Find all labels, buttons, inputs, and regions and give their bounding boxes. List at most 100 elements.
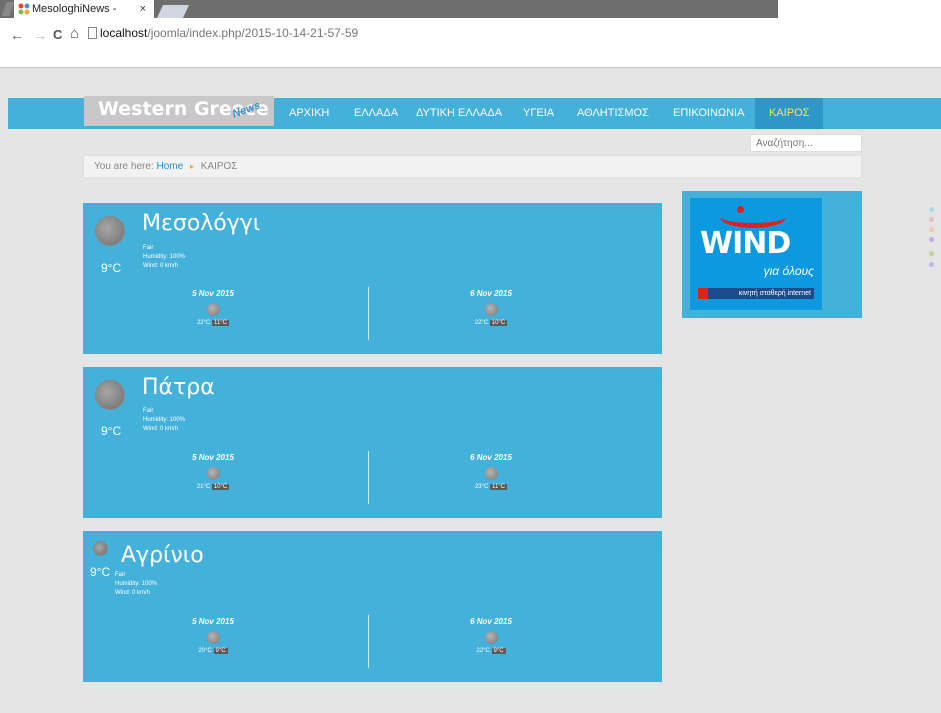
forecast-date: 5 Nov 2015 xyxy=(192,453,234,462)
wind-dot-icon xyxy=(737,206,744,213)
wind-swoosh-icon xyxy=(720,206,786,228)
back-arrow-icon[interactable]: ← xyxy=(10,27,24,43)
menu-item-home[interactable]: ΑΡΧΙΚΗ xyxy=(281,98,337,129)
breadcrumb: You are here: Home ▸ ΚΑΙΡΟΣ xyxy=(83,155,862,178)
weather-card: Πάτρα 9°C Fair Humidity: 100% Wind: 0 km… xyxy=(83,367,662,518)
forecast-temps: 22°C 9°C xyxy=(391,648,591,654)
browser-tab[interactable]: MesologhiNews - ΚΑΙΡΟΣ × xyxy=(14,0,154,22)
current-temp: 9°C xyxy=(90,565,111,579)
forecast-weather-icon xyxy=(206,467,220,480)
forecast-day: 6 Nov 2015 23°C 11°C xyxy=(391,453,591,490)
ad-services-line: κινητή σταθερή internet xyxy=(698,288,814,299)
page-icon xyxy=(88,27,97,39)
condition-text: Fair xyxy=(143,245,154,251)
weather-cloud-icon xyxy=(95,380,125,410)
forecast-divider xyxy=(368,287,369,340)
forecast-day: 5 Nov 2015 20°C 9°C xyxy=(113,617,313,654)
theme-dot[interactable] xyxy=(929,251,934,256)
conditions: Fair Humidity: 100% Wind: 0 km/h xyxy=(143,407,185,434)
address-bar-row: ← → C ⌂ localhost/joomla/index.php/2015-… xyxy=(0,22,941,68)
forecast-date: 6 Nov 2015 xyxy=(470,453,512,462)
forecast-low: 11°C xyxy=(212,320,230,326)
condition-text: Fair xyxy=(143,408,154,414)
humidity-text: Humidity: 100% xyxy=(143,417,186,423)
current-temp: 9°C xyxy=(101,424,122,438)
url-field[interactable]: localhost/joomla/index.php/2015-10-14-21… xyxy=(100,26,358,40)
wind-text: Wind: 0 km/h xyxy=(143,263,179,269)
forecast-low: 10°C xyxy=(489,320,508,326)
forecast-weather-icon xyxy=(484,467,498,480)
ad-red-block xyxy=(698,288,708,299)
forecast-high: 21°C xyxy=(196,484,211,490)
wind-text: Wind: 0 km/h xyxy=(115,590,151,596)
conditions: Fair Humidity: 100% Wind: 0 km/h xyxy=(115,571,157,598)
conditions: Fair Humidity: 100% Wind: 0 km/h xyxy=(143,244,185,271)
tab-close-icon[interactable]: × xyxy=(140,0,146,18)
menu-item-greece[interactable]: ΕΛΛΑΔΑ xyxy=(346,98,406,129)
humidity-text: Humidity: 100% xyxy=(115,581,158,587)
theme-dot[interactable] xyxy=(929,237,934,242)
menu-item-weather[interactable]: ΚΑΙΡΟΣ xyxy=(755,98,824,129)
forecast-low: 9°C xyxy=(491,648,506,654)
theme-dot[interactable] xyxy=(929,262,934,267)
forecast-temps: 23°C 11°C xyxy=(391,484,591,490)
forecast-day: 5 Nov 2015 21°C 10°C xyxy=(113,453,313,490)
current-temp: 9°C xyxy=(101,261,122,275)
forecast-temps: 22°C 10°C xyxy=(391,320,591,326)
menu-item-sports[interactable]: ΑΘΛΗΤΙΣΜΟΣ xyxy=(569,98,657,129)
theme-dot[interactable] xyxy=(929,207,934,212)
city-name: Αγρίνιο xyxy=(121,543,204,568)
forecast-date: 6 Nov 2015 xyxy=(470,617,512,626)
wind-ad-banner[interactable]: WIND για όλους κινητή σταθερή internet xyxy=(690,198,822,310)
ad-tagline: για όλους xyxy=(763,264,814,278)
wind-text: Wind: 0 km/h xyxy=(143,426,179,432)
forecast-temps: 20°C 9°C xyxy=(113,648,313,654)
menu-item-contact[interactable]: ΕΠΙΚΟΙΝΩΝΙΑ xyxy=(665,98,752,129)
forecast-weather-icon xyxy=(484,631,498,644)
menu-item-western-greece[interactable]: ΔΥΤΙΚΗ ΕΛΛΑΔΑ xyxy=(408,98,510,129)
forecast-divider xyxy=(368,615,369,668)
forecast-day: 5 Nov 2015 22°C 11°C xyxy=(113,289,313,326)
city-name: Μεσολόγγι xyxy=(142,211,261,236)
browser-tab-bar: MesologhiNews - ΚΑΙΡΟΣ × xyxy=(0,0,941,22)
home-icon[interactable]: ⌂ xyxy=(70,25,79,42)
theme-dot[interactable] xyxy=(929,217,934,222)
humidity-text: Humidity: 100% xyxy=(143,254,186,260)
forward-arrow-icon[interactable]: → xyxy=(33,27,47,43)
forecast-weather-icon xyxy=(484,303,498,316)
city-name: Πάτρα xyxy=(142,375,215,400)
forecast-date: 6 Nov 2015 xyxy=(470,289,512,298)
weather-cloud-icon xyxy=(95,216,125,246)
ad-services-text: κινητή σταθερή internet xyxy=(738,290,811,297)
reload-icon[interactable]: C xyxy=(53,27,62,42)
forecast-high: 22°C xyxy=(474,320,489,326)
joomla-favicon-icon xyxy=(18,3,30,15)
weather-card: Αγρίνιο 9°C Fair Humidity: 100% Wind: 0 … xyxy=(83,531,662,682)
forecast-high: 22°C xyxy=(196,320,211,326)
forecast-weather-icon xyxy=(206,631,220,644)
forecast-high: 23°C xyxy=(474,484,489,490)
breadcrumb-separator-icon: ▸ xyxy=(189,162,194,171)
theme-dot[interactable] xyxy=(929,227,934,232)
forecast-temps: 22°C 11°C xyxy=(113,320,313,326)
weather-card: Μεσολόγγι 9°C Fair Humidity: 100% Wind: … xyxy=(83,203,662,354)
weather-cloud-icon xyxy=(93,541,108,556)
breadcrumb-home-link[interactable]: Home xyxy=(156,161,183,172)
ad-brand: WIND xyxy=(700,226,791,261)
forecast-high: 22°C xyxy=(476,648,490,654)
condition-text: Fair xyxy=(115,572,126,578)
forecast-low: 9°C xyxy=(213,648,228,654)
menu-item-health[interactable]: ΥΓΕΙΑ xyxy=(515,98,562,129)
search-input[interactable] xyxy=(750,134,862,152)
forecast-high: 20°C xyxy=(198,648,212,654)
forecast-divider xyxy=(368,451,369,504)
forecast-day: 6 Nov 2015 22°C 9°C xyxy=(391,617,591,654)
breadcrumb-prefix: You are here: xyxy=(94,161,154,172)
forecast-date: 5 Nov 2015 xyxy=(192,289,234,298)
forecast-low: 11°C xyxy=(490,484,508,490)
forecast-date: 5 Nov 2015 xyxy=(192,617,234,626)
forecast-day: 6 Nov 2015 22°C 10°C xyxy=(391,289,591,326)
forecast-temps: 21°C 10°C xyxy=(113,484,313,490)
forecast-low: 10°C xyxy=(211,484,230,490)
breadcrumb-current: ΚΑΙΡΟΣ xyxy=(200,161,238,172)
